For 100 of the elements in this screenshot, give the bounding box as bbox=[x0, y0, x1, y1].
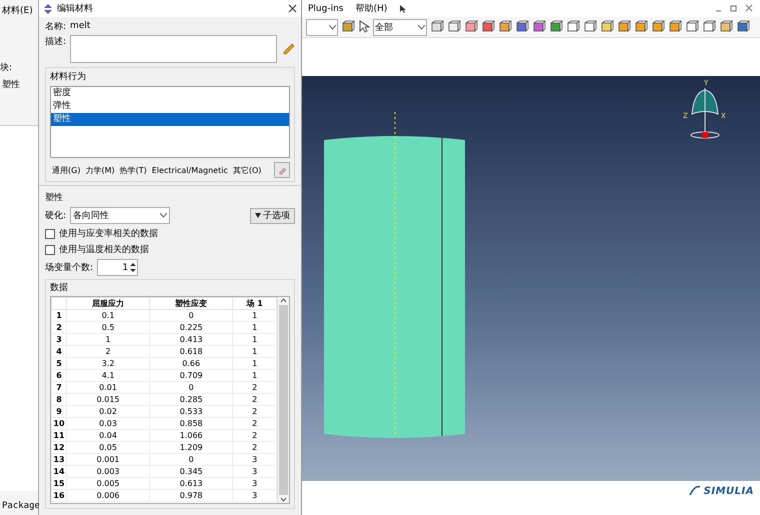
cube-icon[interactable] bbox=[583, 20, 597, 34]
menu-item[interactable]: 材料(E) bbox=[0, 0, 38, 21]
caret-icon bbox=[329, 24, 336, 30]
behavior-item[interactable]: 弹性 bbox=[51, 100, 289, 113]
column-header: 场 1 bbox=[232, 298, 276, 310]
table-cell[interactable]: 2 bbox=[66, 346, 150, 358]
hardening-select[interactable]: 各向同性 bbox=[70, 207, 170, 224]
block-label: 块: bbox=[0, 62, 12, 74]
table-cell[interactable]: 0.533 bbox=[150, 406, 233, 418]
table-cell[interactable]: 0.001 bbox=[66, 454, 150, 466]
table-cell[interactable]: 0.03 bbox=[66, 418, 150, 430]
cube-icon[interactable] bbox=[341, 20, 355, 34]
table-cell[interactable]: 0.05 bbox=[66, 442, 150, 454]
menu-item[interactable]: 帮助(H) bbox=[356, 2, 388, 15]
name-label: 名称: bbox=[45, 20, 66, 32]
menu-item[interactable]: Plug-ins bbox=[308, 4, 344, 14]
table-cell[interactable]: 0.613 bbox=[150, 478, 233, 490]
cube-icon[interactable] bbox=[515, 20, 529, 34]
name-value: melt bbox=[70, 21, 90, 31]
box-icon[interactable] bbox=[464, 20, 478, 34]
cube-icon[interactable] bbox=[566, 20, 580, 34]
table-cell[interactable]: 0.225 bbox=[150, 322, 233, 334]
row-number: 15 bbox=[52, 478, 66, 490]
eraser-button[interactable] bbox=[274, 162, 290, 178]
row-number: 6 bbox=[52, 370, 66, 382]
console-text: Package bbox=[1, 500, 38, 513]
row-number: 7 bbox=[52, 382, 66, 394]
table-cell[interactable]: 0 bbox=[150, 382, 233, 394]
row-number: 3 bbox=[52, 334, 66, 346]
table-cell[interactable]: 0.709 bbox=[150, 370, 233, 382]
dialog-title: 编辑材料 bbox=[57, 2, 93, 15]
field-count-label: 场变量个数: bbox=[45, 262, 94, 274]
menu-item[interactable]: 其它(O) bbox=[232, 164, 262, 176]
table-cell[interactable]: 0.345 bbox=[150, 466, 233, 478]
table-cell[interactable]: 0.66 bbox=[150, 358, 233, 370]
menu-item[interactable]: 热学(T) bbox=[120, 164, 147, 176]
box-icon[interactable] bbox=[736, 20, 750, 34]
cube-icon[interactable] bbox=[549, 20, 563, 34]
behavior-item[interactable]: 塑性 bbox=[51, 113, 289, 126]
table-cell[interactable]: 0.618 bbox=[150, 346, 233, 358]
row-number: 5 bbox=[52, 358, 66, 370]
table-cell[interactable]: 0.978 bbox=[150, 490, 233, 502]
eraser-icon bbox=[277, 165, 287, 175]
table-cell[interactable]: 0.858 bbox=[150, 418, 233, 430]
scroll-up-icon[interactable] bbox=[280, 297, 287, 303]
description-field[interactable] bbox=[70, 35, 277, 63]
box-icon[interactable] bbox=[481, 20, 495, 34]
box-icon[interactable] bbox=[498, 20, 512, 34]
window-controls-icon[interactable] bbox=[714, 4, 754, 13]
table-cell[interactable]: 1.209 bbox=[150, 442, 233, 454]
cube-icon[interactable] bbox=[532, 20, 546, 34]
behavior-item[interactable]: 密度 bbox=[51, 87, 289, 100]
table-cell[interactable]: 0.413 bbox=[150, 334, 233, 346]
table-cell[interactable]: 1 bbox=[66, 334, 150, 346]
pencil-icon[interactable] bbox=[281, 41, 295, 55]
selection-filter[interactable]: 全部 bbox=[373, 18, 427, 36]
table-cell[interactable]: 0.005 bbox=[66, 478, 150, 490]
row-number: 10 bbox=[52, 418, 66, 430]
group-title: 材料行为 bbox=[50, 70, 87, 83]
option-label: 使用与温度相关的数据 bbox=[59, 244, 149, 256]
row-number: 1 bbox=[52, 310, 66, 322]
table-cell[interactable]: 1.066 bbox=[150, 430, 233, 442]
row-number: 9 bbox=[52, 406, 66, 418]
table-cell[interactable]: 0 bbox=[150, 454, 233, 466]
table-cell[interactable]: 0.02 bbox=[66, 406, 150, 418]
table-cell[interactable]: 0.01 bbox=[66, 382, 150, 394]
table-cell[interactable]: 0.003 bbox=[66, 466, 150, 478]
table-cell[interactable]: 0.1 bbox=[66, 310, 150, 322]
table-cell[interactable]: 0.5 bbox=[66, 322, 150, 334]
box-icon[interactable] bbox=[430, 20, 444, 34]
scrollbar[interactable] bbox=[277, 297, 289, 503]
row-number: 4 bbox=[52, 346, 66, 358]
menu-item[interactable]: 通用(G) bbox=[52, 164, 80, 176]
row-number: 14 bbox=[52, 466, 66, 478]
description-label: 描述: bbox=[45, 36, 66, 48]
table-cell[interactable]: 0 bbox=[150, 310, 233, 322]
field-count-spinner[interactable]: 1 bbox=[97, 259, 138, 276]
option-label: 使用与应变率相关的数据 bbox=[59, 228, 158, 240]
suboptions-button[interactable]: 子选项 bbox=[250, 208, 295, 224]
box-icon[interactable] bbox=[447, 20, 461, 34]
box-icon[interactable] bbox=[719, 20, 733, 34]
checkbox[interactable] bbox=[45, 228, 55, 238]
close-icon[interactable] bbox=[288, 4, 297, 13]
group-title: 数据 bbox=[50, 282, 69, 294]
table-cell[interactable]: 4.1 bbox=[66, 370, 150, 382]
table-cell[interactable]: 0.006 bbox=[66, 490, 150, 502]
row-number: 13 bbox=[52, 454, 66, 466]
cursor-icon[interactable] bbox=[358, 20, 370, 34]
scroll-down-icon[interactable] bbox=[280, 497, 287, 503]
checkbox[interactable] bbox=[45, 244, 55, 254]
table-cell[interactable]: 0.285 bbox=[150, 394, 233, 406]
table-cell[interactable]: 0.04 bbox=[66, 430, 150, 442]
table-cell[interactable]: 3.2 bbox=[66, 358, 150, 370]
material-icon bbox=[43, 4, 53, 14]
cube-icon[interactable] bbox=[600, 20, 614, 34]
menu-item[interactable]: Electrical/Magnetic bbox=[152, 166, 228, 174]
row-number: 8 bbox=[52, 394, 66, 406]
table-cell[interactable]: 0.015 bbox=[66, 394, 150, 406]
block-value[interactable]: 塑性 bbox=[0, 74, 38, 95]
menu-item[interactable]: 力学(M) bbox=[85, 164, 115, 176]
